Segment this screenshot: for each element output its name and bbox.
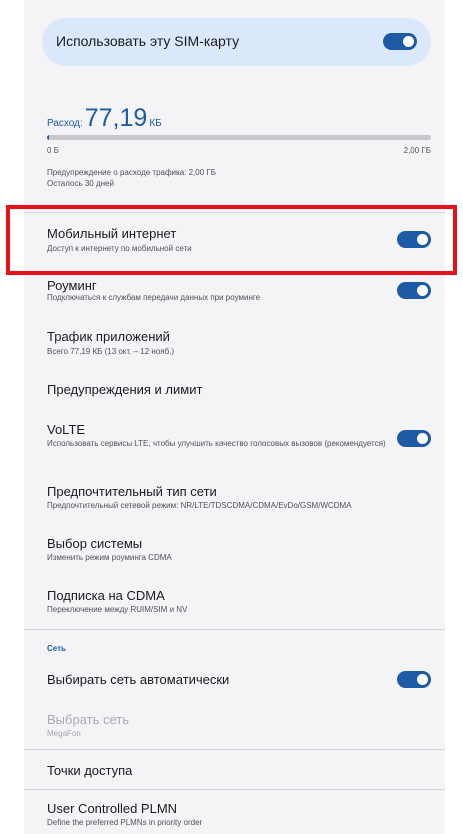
usage-warning-text: Предупреждение о расходе трафика: 2,00 Г… <box>47 168 216 177</box>
system-select-subtitle: Изменить режим роуминга CDMA <box>47 553 172 562</box>
system-select-title: Выбор системы <box>47 536 143 551</box>
divider <box>24 749 445 750</box>
network-type-subtitle: Предпочтительный сетевой режим: NR/LTE/T… <box>47 501 352 510</box>
divider <box>24 629 445 630</box>
auto-select-network-toggle[interactable] <box>397 671 431 688</box>
app-traffic-title: Трафик приложений <box>47 329 170 344</box>
volte-toggle[interactable] <box>397 430 431 447</box>
use-sim-card-row[interactable]: Использовать эту SIM-карту <box>42 18 431 66</box>
volte-title: VoLTE <box>47 422 86 437</box>
usage-progress-bar <box>47 135 431 140</box>
volte-subtitle: Использовать сервисы LTE, чтобы улучшить… <box>47 439 386 448</box>
usage-prefix: Расход: <box>47 118 83 129</box>
auto-select-network-title: Выбирать сеть автоматически <box>47 672 230 687</box>
divider <box>24 789 445 790</box>
roaming-toggle[interactable] <box>397 282 431 299</box>
usage-max-label: 2,00 ГБ <box>403 146 431 155</box>
plmn-title: User Controlled PLMN <box>47 801 178 816</box>
network-type-title: Предпочтительный тип сети <box>47 484 217 499</box>
usage-unit: КБ <box>149 118 162 129</box>
plmn-subtitle: Define the preferred PLMNs in priority o… <box>47 818 203 827</box>
usage-summary: Расход:77,19 КБ <box>47 104 162 133</box>
usage-min-label: 0 Б <box>47 146 59 155</box>
choose-network-subtitle: MegaFon <box>47 729 81 738</box>
use-sim-label: Использовать эту SIM-карту <box>56 33 240 49</box>
network-section-label: Сеть <box>47 644 66 653</box>
usage-days-left: Осталось 30 дней <box>47 179 114 188</box>
choose-network-title: Выбрать сеть <box>47 712 129 727</box>
cdma-subscription-title: Подписка на CDMA <box>47 588 165 603</box>
usage-progress-fill <box>47 135 50 140</box>
highlight-frame <box>6 205 457 275</box>
access-points-title: Точки доступа <box>47 763 133 778</box>
roaming-subtitle: Подключаться к службам передачи данных п… <box>47 293 261 302</box>
app-traffic-subtitle: Всего 77,19 КБ (13 окт. – 12 нояб.) <box>47 347 175 356</box>
usage-value: 77,19 <box>84 104 148 132</box>
roaming-title: Роуминг <box>47 278 97 293</box>
cdma-subscription-subtitle: Переключение между RUIM/SIM и NV <box>47 605 188 614</box>
warnings-limit-title: Предупреждения и лимит <box>47 382 203 397</box>
use-sim-toggle[interactable] <box>383 33 417 50</box>
